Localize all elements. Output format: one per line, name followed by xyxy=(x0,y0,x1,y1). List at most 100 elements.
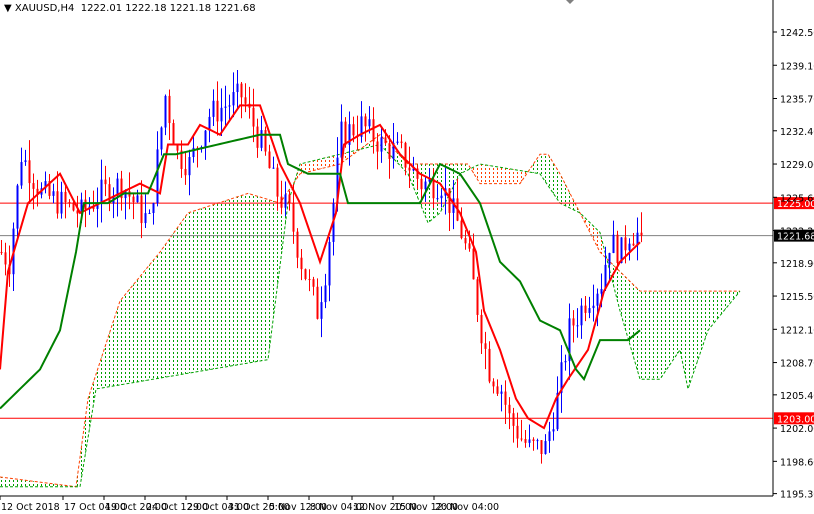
cloud-segment xyxy=(504,167,508,184)
candle-body xyxy=(368,119,371,127)
candles xyxy=(0,69,643,464)
x-tick-label: 20 Nov 04:00 xyxy=(435,502,499,513)
candle-body xyxy=(288,194,291,204)
cloud-segment xyxy=(216,202,220,369)
cloud-segment xyxy=(316,159,320,170)
candle-body xyxy=(624,237,627,251)
cloud-segment xyxy=(676,291,680,356)
cloud-segment xyxy=(312,160,316,171)
cloud-segment xyxy=(204,206,208,371)
cloud-segment xyxy=(532,160,536,174)
candle-body xyxy=(540,440,543,454)
cloud-segment xyxy=(80,428,84,487)
cloud-segment xyxy=(508,168,512,184)
y-tick-label: 1202.00 xyxy=(780,424,814,435)
candle-body xyxy=(492,381,495,387)
time-axis[interactable]: 12 Oct 2018 17 Oct 04:0019 Oct 20:0024 Oc… xyxy=(0,496,499,513)
price-axis[interactable]: 1242.50 1239.10 1235.70 1232.40 1229.00 1225.… xyxy=(773,28,814,501)
candle-body xyxy=(364,116,367,127)
candle-body xyxy=(60,191,63,214)
cloud-segment xyxy=(112,313,116,387)
candle-body xyxy=(564,361,567,363)
y-tick-label: 1198.60 xyxy=(780,457,814,468)
cloud-segment xyxy=(264,198,268,361)
candle-body xyxy=(252,107,255,127)
candle-body xyxy=(408,167,411,171)
candle-body xyxy=(496,386,499,394)
cloud-segment xyxy=(720,291,724,316)
cloud-segment xyxy=(144,266,148,381)
candle-body xyxy=(480,314,483,344)
collapse-triangle-icon[interactable]: ▼ xyxy=(4,3,12,14)
cloud-segment xyxy=(480,164,484,184)
candle-body xyxy=(516,425,519,439)
candle-body xyxy=(612,234,615,254)
cloud-segment xyxy=(140,271,144,382)
candle-body xyxy=(168,95,171,124)
candle-body xyxy=(140,195,143,224)
candle-body xyxy=(280,196,283,208)
candle-body xyxy=(156,149,159,204)
cloud-segment xyxy=(164,240,168,378)
cloud-segment xyxy=(624,275,628,339)
cloud-segment xyxy=(656,291,660,380)
candle-body xyxy=(300,257,303,270)
candle-body xyxy=(20,162,23,186)
candle-body xyxy=(104,179,107,185)
cloud-segment xyxy=(688,291,692,389)
cloud-segment xyxy=(12,478,16,487)
cloud-segment xyxy=(116,300,120,386)
y-tick-label: 1195.30 xyxy=(780,490,814,501)
cloud-segment xyxy=(520,170,524,184)
cloud-segment xyxy=(704,291,708,343)
y-tick-label: 1222.20 xyxy=(780,227,814,238)
shift-marker-icon[interactable] xyxy=(566,0,574,4)
cloud-segment xyxy=(708,291,712,331)
candle-body xyxy=(628,243,631,251)
y-tick-label: 1229.00 xyxy=(780,160,814,171)
candle-body xyxy=(188,157,191,176)
cloud-segment xyxy=(156,252,160,379)
x-tick-label: 12 Oct 2018 xyxy=(1,502,60,513)
cloud-segment xyxy=(16,479,20,487)
y-tick-label: 1208.70 xyxy=(780,359,814,370)
candle-body xyxy=(144,213,147,224)
candle-body xyxy=(404,142,407,168)
cloud-segment xyxy=(668,291,672,368)
candle-body xyxy=(372,119,375,142)
cloud-segment xyxy=(628,279,632,352)
cloud-segment xyxy=(724,291,728,311)
cloud-segment xyxy=(644,291,648,380)
cloud-segment xyxy=(136,276,140,383)
candle-body xyxy=(436,198,439,200)
candle-body xyxy=(508,404,511,414)
cloud-segment xyxy=(640,291,644,380)
candle-body xyxy=(476,279,479,315)
candle-body xyxy=(164,95,167,128)
candle-body xyxy=(296,231,299,258)
candle-body xyxy=(440,195,443,199)
candle-body xyxy=(532,439,535,441)
cloud-segment xyxy=(128,286,132,384)
price-chart[interactable]: 1225.001203.001221.68 1242.501239.101235… xyxy=(0,0,814,514)
cloud-segment xyxy=(544,154,548,186)
candle-body xyxy=(132,196,135,203)
cloud-segment xyxy=(148,261,152,381)
candle-body xyxy=(504,391,507,405)
chart-title: ▼ XAUUSD,H4 1222.01 1222.18 1221.18 1221… xyxy=(4,3,256,14)
cloud-segment xyxy=(308,161,312,172)
candle-body xyxy=(396,141,399,143)
cloud-segment xyxy=(320,158,324,169)
cloud-segment xyxy=(168,235,172,377)
candle-body xyxy=(32,183,35,189)
cloud-segment xyxy=(224,199,228,368)
candle-body xyxy=(548,431,551,442)
cloud-segment xyxy=(232,197,236,366)
cloud-segment xyxy=(332,155,336,166)
candle-body xyxy=(632,243,635,246)
cloud-segment xyxy=(252,194,256,363)
candle-body xyxy=(244,97,247,104)
candle-body xyxy=(584,305,587,313)
candle-body xyxy=(424,181,427,190)
cloud-segment xyxy=(236,195,240,366)
